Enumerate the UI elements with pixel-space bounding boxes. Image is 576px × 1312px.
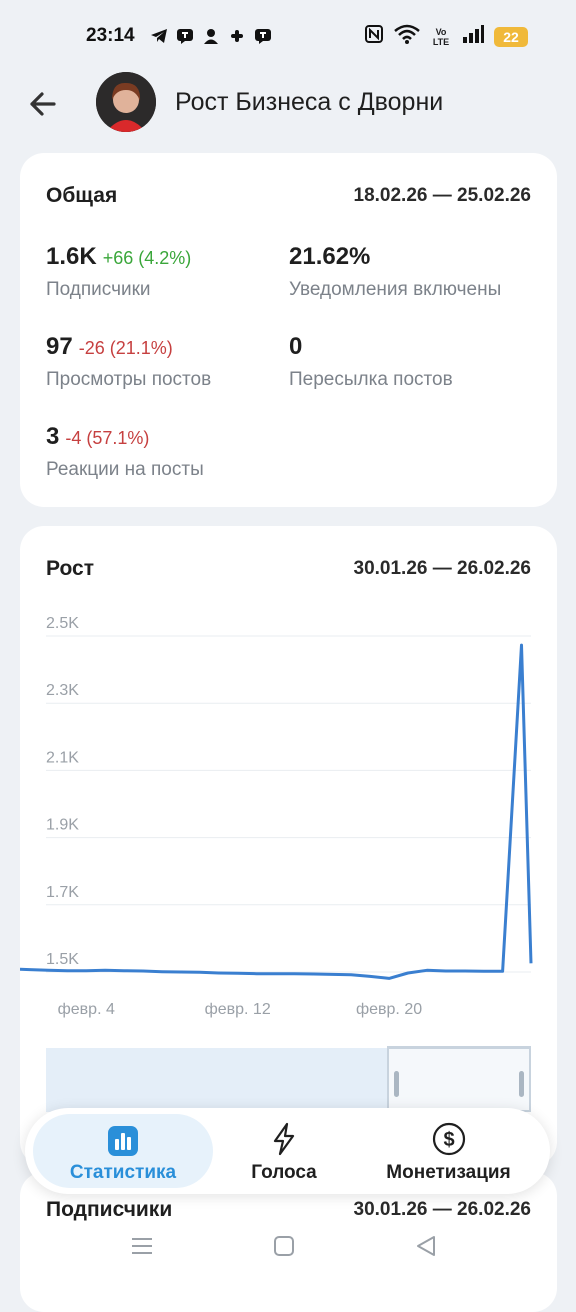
home-button[interactable] bbox=[270, 1232, 298, 1260]
system-navigation-bar bbox=[0, 1218, 576, 1280]
nav-votes[interactable]: Голоса bbox=[213, 1108, 355, 1194]
y-tick-label: 1.7K bbox=[46, 884, 79, 901]
growth-card: Рост 30.01.26 — 26.02.26 2.5K 2.3K 2.1K 1.9… bbox=[20, 526, 557, 1166]
stat-label: Уведомления включены bbox=[289, 279, 502, 300]
y-tick-label: 1.5K bbox=[46, 951, 79, 968]
stat-reactions: 3 -4 (57.1%) Реакции на посты bbox=[46, 423, 204, 481]
nav-label: Голоса bbox=[251, 1162, 317, 1183]
stat-value: 3 bbox=[46, 423, 60, 450]
menu-icon bbox=[132, 1238, 152, 1254]
nav-label: Монетизация bbox=[386, 1162, 511, 1183]
stat-post-views: 97 -26 (21.1%) Просмотры постов bbox=[46, 333, 211, 391]
arrow-left-icon bbox=[30, 92, 56, 116]
nav-monetization[interactable]: $ Монетизация bbox=[365, 1108, 532, 1194]
back-system-button[interactable] bbox=[412, 1232, 440, 1260]
x-tick-label: февр. 20 bbox=[356, 1001, 422, 1018]
channel-avatar[interactable] bbox=[96, 72, 156, 132]
y-tick-label: 2.3K bbox=[46, 682, 79, 699]
y-tick-label: 1.9K bbox=[46, 817, 79, 834]
stat-delta: -4 (57.1%) bbox=[65, 428, 150, 448]
x-tick-label: февр. 4 bbox=[58, 1001, 115, 1018]
person-icon bbox=[202, 27, 220, 45]
subscribers-series-line bbox=[20, 643, 533, 980]
stat-value: 21.62% bbox=[289, 243, 371, 270]
stat-post-shares: 0 Пересылка постов bbox=[289, 333, 453, 391]
overview-card: Общая 18.02.26 — 25.02.26 1.6K +66 (4.2%)… bbox=[20, 153, 557, 507]
nav-label: Статистика bbox=[69, 1162, 177, 1183]
stat-notifications: 21.62% Уведомления включены bbox=[289, 243, 501, 301]
navigator-window[interactable] bbox=[387, 1046, 531, 1112]
overview-title: Общая bbox=[46, 184, 118, 207]
app-header: Рост Бизнеса с Дворни bbox=[0, 72, 576, 134]
nfc-icon bbox=[364, 24, 384, 49]
menu-button[interactable] bbox=[128, 1232, 156, 1260]
navigator-right-handle[interactable] bbox=[519, 1071, 524, 1097]
telegram-icon bbox=[150, 27, 168, 45]
stat-value: 97 bbox=[46, 333, 73, 360]
home-icon bbox=[274, 1236, 294, 1256]
stat-subscribers: 1.6K +66 (4.2%) Подписчики bbox=[46, 243, 191, 301]
status-time: 23:14 bbox=[86, 25, 135, 46]
channel-title: Рост Бизнеса с Дворни bbox=[175, 88, 444, 116]
triangle-back-icon bbox=[417, 1236, 435, 1256]
slack-icon bbox=[228, 27, 246, 45]
y-tick-label: 2.5K bbox=[46, 615, 79, 632]
wifi-icon bbox=[394, 24, 420, 49]
stat-value: 1.6K bbox=[46, 243, 97, 270]
nav-statistics[interactable]: Статистика bbox=[33, 1114, 213, 1188]
stat-delta: -26 (21.1%) bbox=[78, 338, 173, 358]
signal-icon bbox=[462, 24, 484, 49]
stat-label: Реакции на посты bbox=[46, 459, 204, 480]
battery-icon: 22 bbox=[494, 26, 528, 47]
bar-chart-icon bbox=[106, 1124, 140, 1158]
status-bar: 23:14 Vo LTE 22 bbox=[0, 0, 576, 72]
x-tick-label: февр. 12 bbox=[205, 1001, 271, 1018]
growth-line-chart[interactable]: 2.5K 2.3K 2.1K 1.9K 1.7K 1.5K февр. 4 февр. 12 ф… bbox=[20, 526, 557, 1036]
overview-date-range: 18.02.26 — 25.02.26 bbox=[353, 185, 531, 206]
bottom-navigation: Статистика Голоса $ Монетизация bbox=[25, 1108, 550, 1194]
stat-label: Подписчики bbox=[46, 279, 151, 300]
notification-icons bbox=[150, 27, 272, 45]
y-tick-label: 2.1K bbox=[46, 749, 79, 766]
system-icons: Vo LTE 22 bbox=[364, 24, 528, 49]
dollar-icon: $ bbox=[432, 1122, 466, 1156]
back-button[interactable] bbox=[24, 84, 64, 124]
chat-icon bbox=[254, 27, 272, 45]
volte-icon: Vo LTE bbox=[432, 26, 450, 47]
stat-label: Пересылка постов bbox=[289, 369, 453, 390]
lightning-icon bbox=[267, 1122, 301, 1156]
stat-label: Просмотры постов bbox=[46, 369, 212, 390]
chat-icon bbox=[176, 27, 194, 45]
svg-text:$: $ bbox=[443, 1129, 454, 1151]
stat-value: 0 bbox=[289, 333, 303, 360]
stat-delta: +66 (4.2%) bbox=[102, 248, 192, 268]
navigator-left-handle[interactable] bbox=[394, 1071, 399, 1097]
